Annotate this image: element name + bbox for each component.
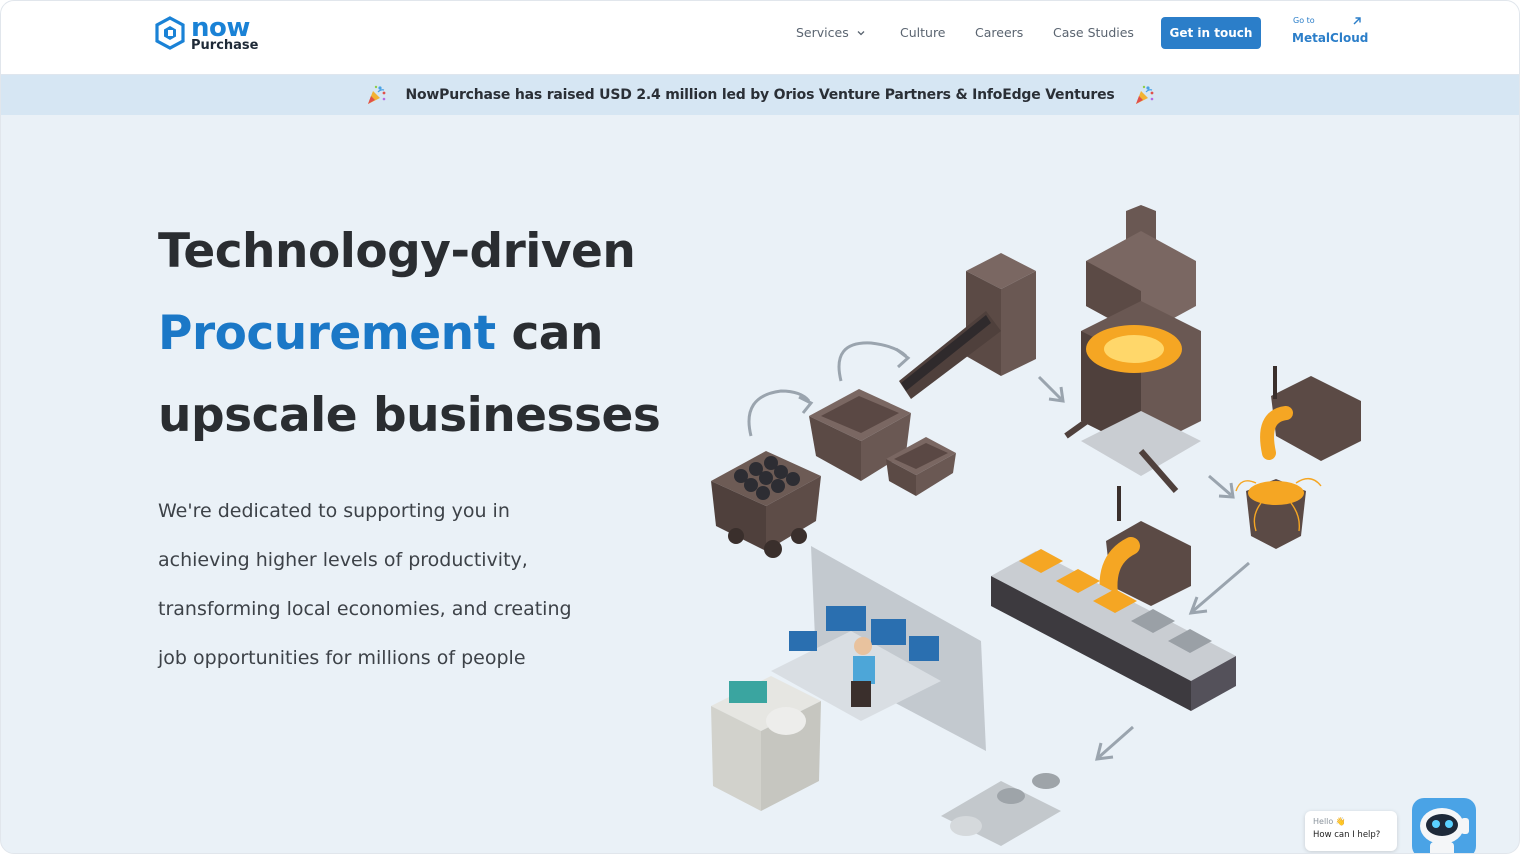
external-arrow-icon (1353, 17, 1361, 25)
robot-icon (1420, 808, 1469, 853)
logo-mark-icon (155, 16, 185, 50)
nav-services[interactable]: Services (796, 25, 865, 40)
chatbot-launcher-button[interactable] (1412, 798, 1476, 853)
logo-subtext: Purchase (191, 37, 259, 53)
hero-title-line-2-rest: can (495, 306, 603, 361)
party-popper-icon (368, 85, 386, 104)
announcement-bar[interactable]: NowPurchase has raised USD 2.4 million l… (1, 75, 1519, 115)
page-frame: now Purchase Services Culture Careers Ca… (0, 0, 1520, 854)
nav-case-studies-label: Case Studies (1053, 25, 1134, 40)
nav-culture[interactable]: Culture (900, 25, 946, 40)
hero-desc-line: achieving higher levels of productivity, (158, 549, 528, 571)
chat-hello-text: Hello 👋 (1313, 817, 1346, 826)
ladle (1235, 366, 1361, 549)
logo-wordmark: now (191, 12, 250, 43)
nav-culture-label: Culture (900, 25, 946, 40)
hero-title-line-1: Technology-driven (158, 224, 636, 279)
party-popper-icon (1135, 85, 1153, 104)
lab-equipment (711, 676, 821, 811)
chat-help-text: How can I help? (1313, 830, 1381, 840)
announcement-text: NowPurchase has raised USD 2.4 million l… (405, 87, 1115, 103)
conveyor-feeder (899, 253, 1036, 399)
mine-cart (711, 451, 821, 558)
hero-desc-line: transforming local economies, and creati… (158, 598, 572, 620)
induction-furnace (1064, 205, 1201, 493)
hero-desc-line: We're dedicated to supporting you in (158, 500, 510, 522)
nav-careers-label: Careers (975, 25, 1024, 40)
nav-case-studies[interactable]: Case Studies (1053, 25, 1134, 40)
hero-description: We're dedicated to supporting you in ach… (158, 487, 628, 683)
metalcloud-label: MetalCloud (1292, 31, 1369, 45)
nav-services-label: Services (796, 25, 849, 40)
chat-greeting-bubble[interactable]: Hello 👋 How can I help? (1305, 811, 1397, 851)
hero-desc-line: job opportunities for millions of people (158, 647, 526, 669)
nowpurchase-logo[interactable]: now Purchase (155, 13, 258, 53)
site-header: now Purchase Services Culture Careers Ca… (1, 1, 1519, 75)
metalcloud-goto-text: Go to (1293, 16, 1315, 25)
cast-parts (941, 773, 1061, 846)
get-in-touch-button[interactable]: Get in touch (1161, 17, 1261, 49)
hero-title-highlight: Procurement (158, 306, 496, 361)
metalcloud-link[interactable]: Go to MetalCloud (1292, 16, 1368, 50)
nav-careers[interactable]: Careers (975, 25, 1023, 40)
chevron-down-icon (857, 30, 865, 35)
hero-title-line-3: upscale businesses (158, 388, 661, 443)
foundry-illustration (711, 205, 1361, 846)
hero-title: Technology-driven Procurement can upscal… (158, 211, 678, 457)
pouring-ladle (1099, 486, 1191, 615)
